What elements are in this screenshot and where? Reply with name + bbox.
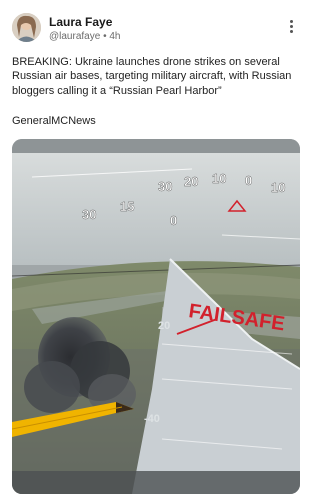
- hud-heading-tick: 0: [245, 173, 252, 188]
- hud-heading-tick: 20: [184, 174, 198, 189]
- video-sky: [12, 153, 300, 265]
- post-age: 4h: [109, 31, 121, 42]
- author-name[interactable]: Laura Faye: [49, 15, 112, 29]
- hud-heading-tick: 10: [271, 180, 285, 195]
- post-header: Laura Faye @laurafaye • 4h: [12, 13, 302, 45]
- hud-pitch-mark: 20: [158, 320, 170, 332]
- post-text: BREAKING: Ukraine launches drone strikes…: [12, 56, 292, 97]
- post-source: GeneralMCNews: [12, 115, 96, 127]
- more-vertical-icon[interactable]: [288, 20, 294, 38]
- hud-center-tick: 0: [170, 213, 177, 228]
- meta-separator: •: [103, 31, 107, 42]
- hud-left-tick: 30: [82, 207, 96, 222]
- avatar[interactable]: [12, 13, 41, 42]
- hud-left-tick: 15: [120, 199, 134, 214]
- author-handle[interactable]: @laurafaye: [49, 31, 100, 42]
- hud-heading-tick: 10: [212, 171, 226, 186]
- author-meta: @laurafaye • 4h: [49, 31, 121, 42]
- hud-heading-tick: 30: [158, 179, 172, 194]
- post-card: Laura Faye @laurafaye • 4h BREAKING: Ukr…: [0, 0, 312, 500]
- post-video[interactable]: 30 20 10 0 10 30 15 0 20 -40 FAILSAFE: [12, 139, 300, 494]
- hud-pitch-mark: -40: [144, 413, 160, 425]
